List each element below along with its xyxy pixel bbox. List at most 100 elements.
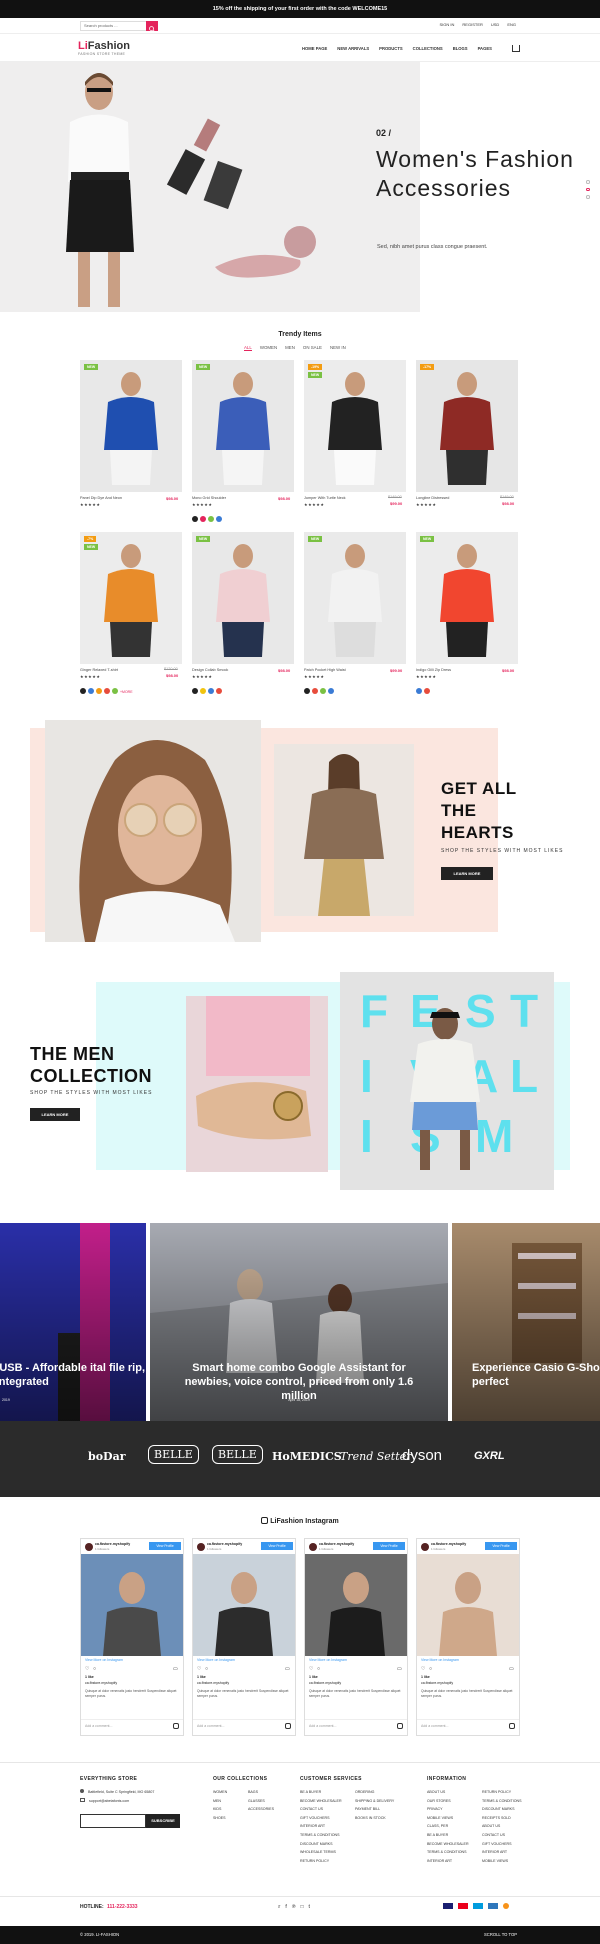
view-more-link[interactable]: View More on Instagram [85, 1658, 123, 1662]
footer-service-link[interactable]: INTERIOR ART [300, 1822, 355, 1831]
pinterest-icon[interactable]: ℗ [292, 1904, 296, 1910]
instagram-icon[interactable] [509, 1723, 515, 1729]
instagram-post[interactable]: ca.fbstore.myshopify 1 followers View Pr… [304, 1538, 408, 1736]
instagram-post[interactable]: ca.fbstore.myshopify 1 followers View Pr… [192, 1538, 296, 1736]
footer-info-link[interactable]: PRIVACY [427, 1805, 482, 1814]
tumblr-icon[interactable]: t [309, 1904, 310, 1910]
footer-info-link[interactable]: CONTACT US [482, 1831, 537, 1840]
footer-info-link[interactable]: TERMS & CONDITIONS [482, 1797, 537, 1806]
brand-gxrl[interactable]: GXRL [474, 1450, 505, 1462]
view-profile-button[interactable]: View Profile [373, 1542, 405, 1550]
insta-photo[interactable] [193, 1554, 295, 1656]
footer-info-link[interactable]: BECOME WHOLESALER [427, 1840, 482, 1849]
color-swatch[interactable] [216, 516, 222, 522]
insta-photo[interactable] [417, 1554, 519, 1656]
footer-service-link[interactable]: ORDERING [355, 1788, 410, 1797]
brand-belle-2[interactable]: BELLE [212, 1445, 263, 1464]
product-image[interactable]: -7% NEW [80, 532, 182, 664]
bookmark-icon[interactable]: ▭ [397, 1666, 402, 1672]
footer-service-link[interactable]: BOOKS IN STOCK [355, 1814, 410, 1823]
color-swatch[interactable] [96, 688, 102, 694]
product-image[interactable]: NEW [80, 360, 182, 492]
view-profile-button[interactable]: View Profile [261, 1542, 293, 1550]
add-comment-input[interactable]: Add a comment... [197, 1724, 224, 1728]
insta-account[interactable]: ca.fbstore.myshopify [431, 1542, 466, 1546]
newsletter-input[interactable] [80, 1814, 146, 1828]
add-comment-input[interactable]: Add a comment... [421, 1724, 448, 1728]
men-learn-more-button[interactable]: LEARN MORE [30, 1108, 80, 1121]
footer-collection-link[interactable]: ACCESSORIES [248, 1805, 283, 1814]
add-comment-input[interactable]: Add a comment... [309, 1724, 336, 1728]
instagram-icon[interactable] [397, 1723, 403, 1729]
view-more-link[interactable]: View More on Instagram [309, 1658, 347, 1662]
slider-dot[interactable] [586, 187, 590, 191]
add-comment-input[interactable]: Add a comment... [85, 1724, 112, 1728]
footer-service-link[interactable]: GIFT VOUCHERS [300, 1814, 355, 1823]
insta-caption-account[interactable]: ca.fbstore.myshopify [85, 1681, 117, 1685]
hotline-number[interactable]: 111-222-3333 [107, 1904, 138, 1910]
blog-card-1[interactable]: P-450USB - Affordable ital file rip, ful… [0, 1223, 146, 1421]
insta-caption-account[interactable]: ca.fbstore.myshopify [197, 1681, 229, 1685]
slider-dot[interactable] [586, 195, 590, 199]
insta-photo[interactable] [81, 1554, 183, 1656]
product-name[interactable]: Jumper With Turtle Neck [304, 496, 346, 500]
footer-service-link[interactable]: CONTACT US [300, 1805, 355, 1814]
bookmark-icon[interactable]: ▭ [173, 1666, 178, 1672]
color-swatch[interactable] [200, 516, 206, 522]
color-swatch[interactable] [312, 688, 318, 694]
color-swatch[interactable] [192, 688, 198, 694]
brand-trend-setter[interactable]: Trend Setter [340, 1450, 411, 1463]
nav-products[interactable]: PRODUCTS [379, 46, 403, 51]
footer-collection-link[interactable]: KIDS [213, 1805, 248, 1814]
footer-service-link[interactable]: DISCOUNT MARKS [300, 1840, 355, 1849]
view-more-link[interactable]: View More on Instagram [421, 1658, 459, 1662]
footer-info-link[interactable]: MOBILE VIEWS [482, 1857, 537, 1866]
footer-info-link[interactable]: RETURN POLICY [482, 1788, 537, 1797]
footer-info-link[interactable]: ABOUT US [482, 1822, 537, 1831]
cart-icon[interactable] [512, 45, 520, 52]
color-swatch[interactable] [88, 688, 94, 694]
footer-collection-link[interactable]: BAGS [248, 1788, 283, 1797]
color-swatch[interactable] [304, 688, 310, 694]
color-swatch[interactable] [320, 688, 326, 694]
footer-info-link[interactable]: INTERIOR ART [482, 1848, 537, 1857]
more-colors-link[interactable]: +MORE [120, 690, 133, 694]
brand-dyson[interactable]: dyson [402, 1447, 442, 1464]
color-swatch[interactable] [200, 688, 206, 694]
nav-blogs[interactable]: BLOGS [453, 46, 468, 51]
color-swatch[interactable] [328, 688, 334, 694]
color-swatch[interactable] [192, 516, 198, 522]
like-icon[interactable]: ♡ [421, 1666, 425, 1672]
color-swatch[interactable] [216, 688, 222, 694]
subscribe-button[interactable]: SUBSCRIBE [146, 1814, 180, 1828]
footer-info-link[interactable]: INTERIOR ART [427, 1857, 482, 1866]
footer-info-link[interactable]: TERMS & CONDITIONS [427, 1848, 482, 1857]
slider-dot[interactable] [586, 180, 590, 184]
product-image[interactable]: NEW [416, 532, 518, 664]
comment-icon[interactable]: ○ [205, 1666, 208, 1672]
bookmark-icon[interactable]: ▭ [285, 1666, 290, 1672]
product-image[interactable]: -19% NEW [304, 360, 406, 492]
view-more-link[interactable]: View More on Instagram [197, 1658, 235, 1662]
footer-service-link[interactable]: BECOME WHOLESALER [300, 1797, 355, 1806]
color-swatch[interactable] [416, 688, 422, 694]
bookmark-icon[interactable]: ▭ [509, 1666, 514, 1672]
insta-photo[interactable] [305, 1554, 407, 1656]
insta-caption-account[interactable]: ca.fbstore.myshopify [309, 1681, 341, 1685]
like-icon[interactable]: ♡ [85, 1666, 89, 1672]
logo[interactable]: LiFashion [78, 40, 130, 52]
color-swatch[interactable] [208, 516, 214, 522]
footer-info-link[interactable]: MOBILE VIEWS [427, 1814, 482, 1823]
scroll-top-link[interactable]: SCROLL TO TOP [484, 1926, 517, 1944]
footer-service-link[interactable]: RETURN POLICY [300, 1857, 355, 1866]
footer-info-link[interactable]: ABOUT US [427, 1788, 482, 1797]
product-image[interactable]: NEW [192, 532, 294, 664]
footer-collection-link[interactable]: MEN [213, 1797, 248, 1806]
language-select[interactable]: ENG [507, 22, 516, 27]
product-name[interactable]: Panel Dip Dye And Neon [80, 496, 122, 500]
footer-service-link[interactable]: TERMS & CONDITIONS [300, 1831, 355, 1840]
instagram-post[interactable]: ca.fbstore.myshopify 1 followers View Pr… [80, 1538, 184, 1736]
footer-collection-link[interactable]: WOMEN [213, 1788, 248, 1797]
insta-account[interactable]: ca.fbstore.myshopify [319, 1542, 354, 1546]
product-name[interactable]: Longline Distressed [416, 496, 449, 500]
